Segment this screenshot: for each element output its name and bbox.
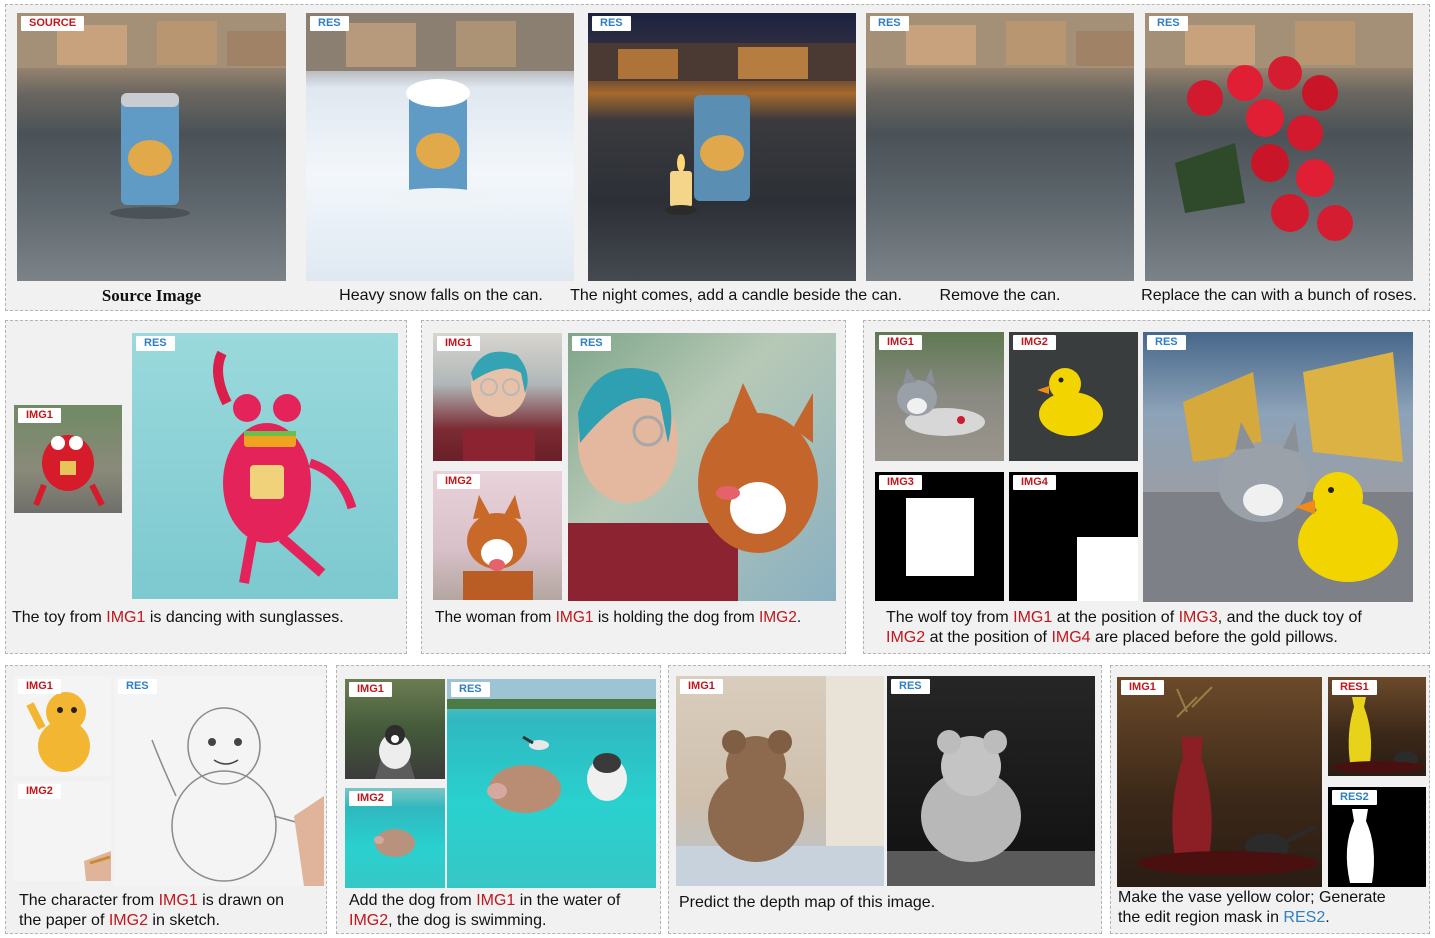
duck-input-image: IMG2 — [1009, 332, 1138, 461]
remove-caption: Remove the can. — [939, 287, 1061, 304]
snow-result-image: RES — [306, 13, 574, 281]
wolf-input-image: IMG1 — [875, 332, 1004, 461]
can-in-snow-illustration — [306, 13, 574, 208]
night-result-image: RES — [588, 13, 856, 281]
img1-tag: IMG1 — [680, 679, 723, 694]
empty-lake-illustration — [866, 13, 1134, 68]
res-tag: RES — [451, 682, 490, 697]
img1-tag: IMG1 — [18, 408, 61, 423]
img1-tag: IMG1 — [879, 335, 922, 350]
res-tag: RES — [891, 679, 930, 694]
sketch-panel: IMG1 IMG2 RES The character from IMG1 is… — [5, 665, 327, 934]
source-image: SOURCE — [17, 13, 286, 281]
img1-tag: IMG1 — [349, 682, 392, 697]
toy-result-image: RES — [132, 333, 398, 599]
img1-tag: IMG1 — [437, 336, 480, 351]
toys-on-sofa-illustration — [1143, 352, 1413, 602]
woman-dog-result-image: RES — [568, 333, 836, 601]
res-tag: RES — [136, 336, 175, 351]
img2-tag: IMG2 — [349, 791, 392, 806]
img2-tag: IMG2 — [1013, 335, 1056, 350]
yellow-vase-result-image: RES1 — [1328, 677, 1426, 776]
swim-result-image: RES — [447, 679, 656, 888]
res-tag: RES — [870, 16, 909, 31]
paper-input-image: IMG2 — [14, 781, 111, 881]
vase-input-image: IMG1 — [1117, 677, 1322, 887]
toy-caption: The toy from IMG1 is dancing with sungla… — [12, 609, 344, 626]
img1-tag: IMG1 — [18, 679, 61, 694]
woman-input-image: IMG1 — [433, 333, 562, 461]
res-tag: RES — [1147, 335, 1186, 350]
swim-panel: IMG1 IMG2 RES Add the dog from IMG1 in t… — [336, 665, 661, 934]
depth-panel: IMG1 RES Predict the depth map of this i… — [668, 665, 1102, 934]
swim-caption-line2: IMG2, the dog is swimming. — [349, 912, 547, 929]
res1-tag: RES1 — [1332, 680, 1377, 695]
img3-tag: IMG3 — [879, 475, 922, 490]
mask4-input-image: IMG4 — [1009, 472, 1138, 601]
img2-tag: IMG2 — [18, 784, 61, 799]
red-vase-illustration — [1137, 686, 1317, 875]
dog-input-image: IMG2 — [433, 471, 562, 600]
img4-tag: IMG4 — [1013, 475, 1056, 490]
res-tag: RES — [118, 679, 157, 694]
mask3-input-image: IMG3 — [875, 472, 1004, 601]
res2-tag: RES2 — [1332, 790, 1377, 805]
woman-caption: The woman from IMG1 is holding the dog f… — [435, 609, 802, 626]
depth-result-image: RES — [887, 676, 1095, 886]
roses-caption: Replace the can with a bunch of roses. — [1141, 287, 1417, 304]
rubber-duck-illustration — [1037, 368, 1103, 436]
sketch-caption-line2: the paper of IMG2 in sketch. — [19, 912, 220, 929]
can-illustration — [17, 13, 286, 219]
dancing-toy-illustration — [213, 350, 357, 584]
source-tag: SOURCE — [21, 16, 85, 31]
img2-tag: IMG2 — [437, 474, 480, 489]
character-input-image: IMG1 — [14, 676, 111, 776]
wolf-duck-result-image: RES — [1143, 332, 1413, 602]
roses-illustration — [1145, 13, 1413, 241]
toy-panel: IMG1 RES The toy from IMG1 is dancing wi… — [5, 320, 407, 654]
night-caption: The night comes, add a candle beside the… — [570, 287, 902, 304]
img1-tag: IMG1 — [1121, 680, 1164, 695]
wolf-panel: IMG1 IMG2 IMG3 IMG4 RES The wolf toy fro… — [863, 320, 1430, 654]
row1-panel: SOURCE RES RES RES RES Source Image Heav… — [5, 4, 1430, 311]
res-tag: RES — [1149, 16, 1188, 31]
mask-result-image: RES2 — [1328, 787, 1426, 887]
woman-holding-dog-illustration — [568, 368, 818, 601]
vase-caption-line1: Make the vase yellow color; Generate — [1118, 889, 1386, 906]
toy-input-image: IMG1 — [14, 405, 122, 513]
dog-road-input-image: IMG1 — [345, 679, 445, 779]
wolf-caption-line2: IMG2 at the position of IMG4 are placed … — [886, 629, 1338, 646]
res-tag: RES — [572, 336, 611, 351]
vase-panel: IMG1 RES1 RES2 Make the vase yellow colo… — [1110, 665, 1430, 934]
pencil-sketch-illustration — [151, 707, 324, 886]
mask4-region — [1077, 537, 1138, 601]
vase-caption-line2: the edit region mask in RES2. — [1118, 909, 1330, 926]
depth-caption: Predict the depth map of this image. — [679, 894, 936, 911]
roses-result-image: RES — [1145, 13, 1413, 281]
woman-illustration — [463, 351, 535, 461]
teddy-bear-illustration — [676, 676, 884, 886]
pig-and-dog-swimming-illustration — [447, 679, 656, 813]
can-with-candle-illustration — [588, 43, 856, 215]
woman-panel: IMG1 IMG2 RES The woman from IMG1 is hol… — [421, 320, 846, 654]
res-tag: RES — [592, 16, 631, 31]
res-tag: RES — [310, 16, 349, 31]
sketch-caption-line1: The character from IMG1 is drawn on — [19, 892, 284, 909]
depth-map-illustration — [887, 730, 1095, 886]
corgi-illustration — [463, 495, 533, 600]
remove-result-image: RES — [866, 13, 1134, 281]
teddy-input-image: IMG1 — [676, 676, 884, 886]
pig-water-input-image: IMG2 — [345, 788, 445, 888]
wolf-caption-line1: The wolf toy from IMG1 at the position o… — [886, 609, 1362, 626]
source-caption: Source Image — [101, 286, 202, 305]
sketch-result-image: RES — [114, 676, 324, 886]
wolf-toy-illustration — [897, 368, 985, 436]
snow-caption: Heavy snow falls on the can. — [339, 287, 543, 304]
swim-caption-line1: Add the dog from IMG1 in the water of — [349, 892, 621, 909]
mask3-region — [906, 498, 974, 576]
